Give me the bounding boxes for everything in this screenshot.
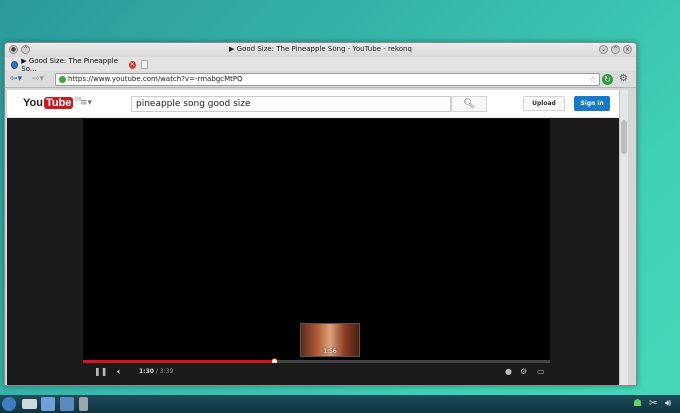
search-input[interactable]: pineapple song good size [131,96,451,112]
duration: / 3:39 [155,368,174,375]
taskbar: ☗ ✂ 🔊︎ [0,395,680,413]
seek-preview-thumbnail: 1:56 [300,323,360,357]
current-time: 1:30 [139,368,154,375]
minimize-button[interactable]: ⌄ [599,45,608,54]
volume-icon[interactable]: 🔈︎ [117,367,122,377]
window-title: ▶ Good Size: The Pineapple Song - YouTub… [229,45,412,53]
browser-favicon-icon [11,60,19,69]
storage-icon[interactable] [79,397,88,411]
network-icon[interactable]: ✂ [649,398,657,410]
upload-button[interactable]: Upload [523,96,565,111]
page-scrollbar[interactable] [619,90,628,385]
theater-mode-icon[interactable]: ▭ [537,367,545,377]
title-bar: ● ^ ▶ Good Size: The Pineapple Song - Yo… [5,43,636,57]
application-launcher-icon[interactable] [2,397,16,411]
pause-icon[interactable]: ❚❚ [94,367,107,377]
logo-tube: Tube [43,97,74,109]
volume-tray-icon[interactable]: 🔊︎ [665,398,671,410]
reload-icon[interactable]: ↻ [602,74,613,85]
player-controls: ❚❚ 🔈︎ 1:30 / 3:39 ● ⚙ ▭ [83,363,550,381]
preview-time: 1:56 [323,348,337,355]
search-icon: 🔍︎ [463,99,475,109]
search-button[interactable]: 🔍︎ [451,96,487,112]
browser-window: ● ^ ▶ Good Size: The Pineapple Song - Yo… [4,42,637,386]
new-tab-icon[interactable] [140,60,148,69]
scrollbar-thumb[interactable] [621,120,627,154]
close-window-button[interactable]: × [623,45,632,54]
secure-lock-icon [59,76,66,83]
pager-icon[interactable] [22,399,37,409]
close-tab-icon[interactable]: × [128,60,136,69]
settings-gear-icon[interactable]: ⚙ [520,367,527,377]
back-arrow-icon[interactable]: ⇦▾ [10,74,22,84]
file-manager-icon[interactable] [41,397,55,411]
video-player[interactable]: 1:56 ❚❚ 🔈︎ 1:30 / 3:39 ● ⚙ ▭ [83,119,550,381]
logo-you: You [23,97,43,109]
annotations-icon[interactable]: ● [505,367,512,377]
forward-arrow-icon[interactable]: ⇨▾ [32,74,44,84]
youtube-header: You Tube GB ≡▾ pineapple song good size … [7,90,628,118]
tab-bar: ▶ Good Size: The Pineapple So... × [5,57,636,73]
timecode: 1:30 / 3:39 [139,368,173,375]
youtube-logo[interactable]: You Tube GB [23,97,82,109]
url-text: https://www.youtube.com/watch?v=-rmabgcM… [68,75,243,83]
navigation-bar: ⇦▾ ⇨▾ https://www.youtube.com/watch?v=-r… [5,71,636,88]
sign-in-button[interactable]: Sign in [574,96,610,111]
tab-youtube[interactable]: ▶ Good Size: The Pineapple So... × [8,57,148,73]
web-page: You Tube GB ≡▾ pineapple song good size … [7,90,628,385]
bookmark-star-icon[interactable]: ☆ [589,74,596,85]
tools-wrench-icon[interactable]: ⚙ [619,73,628,84]
maximize-button[interactable]: ^ [611,45,620,54]
browser-taskbar-icon[interactable] [60,397,74,411]
guide-menu-icon[interactable]: ≡▾ [80,98,92,108]
url-field[interactable]: https://www.youtube.com/watch?v=-rmabgcM… [55,73,600,86]
notification-ghost-icon[interactable]: ☗ [633,398,642,410]
